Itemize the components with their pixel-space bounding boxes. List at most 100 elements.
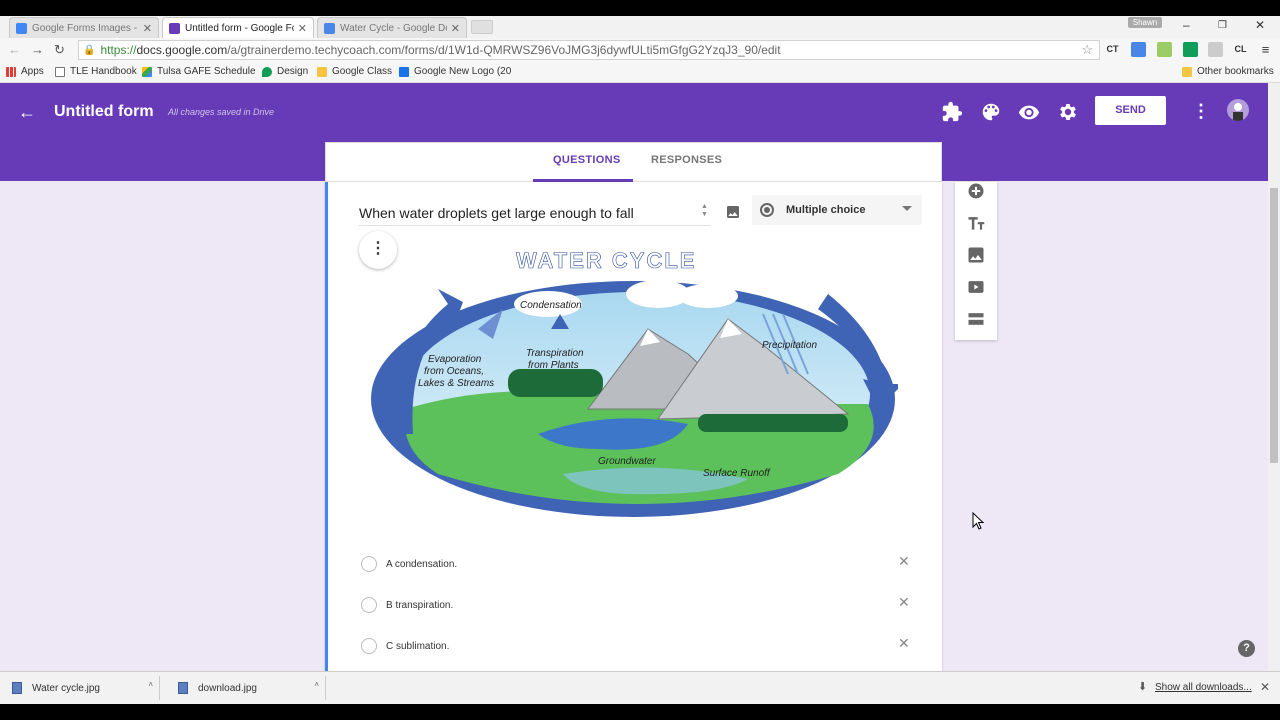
lock-icon: 🔒 bbox=[83, 44, 96, 56]
extension-classroom-icon[interactable] bbox=[1183, 42, 1198, 57]
new-tab-button[interactable] bbox=[471, 20, 493, 34]
download-menu-icon[interactable]: ˄ bbox=[148, 680, 153, 689]
tab-responses[interactable]: RESPONSES bbox=[651, 154, 722, 166]
extension-pen-icon[interactable] bbox=[1157, 42, 1172, 57]
radio-circle-icon[interactable] bbox=[361, 597, 377, 613]
remove-option-icon[interactable]: ✕ bbox=[898, 594, 910, 611]
browser-tab-bar: Google Forms Images - G ✕ Untitled form … bbox=[0, 16, 1280, 38]
save-status: All changes saved in Drive bbox=[168, 107, 275, 117]
show-all-downloads-link[interactable]: Show all downloads... bbox=[1155, 682, 1252, 693]
forest-right bbox=[698, 414, 848, 432]
radio-circle-icon[interactable] bbox=[361, 556, 377, 572]
close-downloads-icon[interactable]: ✕ bbox=[1260, 680, 1270, 694]
folder-icon bbox=[317, 66, 327, 77]
remove-option-icon[interactable]: ✕ bbox=[898, 635, 910, 652]
dropdown-arrow-icon bbox=[902, 206, 912, 211]
google-logo-icon bbox=[399, 66, 409, 77]
avatar-figure-icon bbox=[1233, 103, 1243, 121]
leaf-icon bbox=[262, 66, 272, 77]
video-icon[interactable] bbox=[966, 277, 986, 297]
page-scrollbar[interactable] bbox=[1268, 83, 1280, 671]
preview-eye-icon[interactable] bbox=[1018, 101, 1040, 123]
bookmark-apps[interactable]: Apps bbox=[6, 66, 44, 77]
downloads-bar: Water cycle.jpg ˄ download.jpg ˄ ⬇ Show … bbox=[0, 671, 1280, 704]
bookmarks-bar: Apps TLE Handbook Tulsa GAFE Schedule De… bbox=[0, 62, 1280, 83]
label-evaporation-2: from Oceans, bbox=[424, 366, 484, 377]
url-field[interactable]: 🔒 https://docs.google.com/a/gtrainerdemo… bbox=[78, 40, 1100, 60]
download-item[interactable]: Water cycle.jpg ˄ bbox=[2, 676, 160, 700]
label-groundwater: Groundwater bbox=[598, 456, 656, 467]
addons-puzzle-icon[interactable] bbox=[941, 101, 963, 123]
forward-icon[interactable]: → bbox=[31, 42, 44, 57]
water-cycle-image[interactable]: WATER CYCLE Condensation Evaporation fro… bbox=[368, 234, 898, 524]
cloud bbox=[678, 284, 738, 308]
add-image-icon[interactable] bbox=[725, 204, 741, 220]
other-bookmarks[interactable]: Other bookmarks bbox=[1182, 66, 1274, 77]
back-icon[interactable]: ← bbox=[8, 42, 21, 57]
close-tab-icon[interactable]: ✕ bbox=[298, 22, 307, 35]
bookmark-item[interactable]: Design bbox=[262, 66, 308, 77]
docs-favicon-icon bbox=[324, 22, 335, 34]
question-title-input[interactable]: When water droplets get large enough to … bbox=[359, 205, 711, 226]
chrome-menu-icon[interactable]: ≡ bbox=[1258, 42, 1273, 57]
image-icon[interactable] bbox=[966, 245, 986, 265]
label-precipitation: Precipitation bbox=[762, 340, 817, 351]
extension-check-icon[interactable] bbox=[1131, 42, 1146, 57]
download-menu-icon[interactable]: ˄ bbox=[314, 680, 319, 689]
more-options-icon[interactable]: ⋮ bbox=[1192, 101, 1210, 122]
download-arrow-icon: ⬇ bbox=[1138, 681, 1148, 693]
option-label[interactable]: C sublimation. bbox=[386, 641, 449, 652]
option-item[interactable]: C sublimation. bbox=[361, 636, 449, 656]
image-options-button[interactable]: ⋮ bbox=[359, 231, 397, 269]
back-arrow-icon[interactable]: ← bbox=[18, 102, 36, 123]
label-transpiration-2: from Plants bbox=[528, 360, 579, 371]
minimize-icon[interactable]: – bbox=[1183, 18, 1190, 32]
page-icon bbox=[55, 66, 65, 77]
bookmark-item[interactable]: Google Class bbox=[317, 66, 392, 77]
extension-people-icon[interactable] bbox=[1208, 42, 1223, 57]
form-tabs-card: QUESTIONS RESPONSES bbox=[325, 142, 942, 182]
bookmark-item[interactable]: Google New Logo (20 bbox=[399, 66, 511, 77]
download-item[interactable]: download.jpg ˄ bbox=[168, 676, 326, 700]
tab-questions[interactable]: QUESTIONS bbox=[553, 154, 621, 166]
settings-gear-icon[interactable] bbox=[1057, 101, 1079, 123]
restore-icon[interactable]: ❐ bbox=[1218, 20, 1227, 31]
close-window-icon[interactable]: ✕ bbox=[1255, 18, 1265, 32]
remove-option-icon[interactable]: ✕ bbox=[898, 553, 910, 570]
question-type-select[interactable]: Multiple choice bbox=[752, 195, 922, 225]
browser-tab[interactable]: Water Cycle - Google Doc ✕ bbox=[317, 17, 467, 38]
bookmark-star-icon[interactable]: ☆ bbox=[1081, 42, 1093, 58]
bookmark-item[interactable]: Tulsa GAFE Schedule bbox=[142, 66, 256, 77]
option-item[interactable]: A condensation. bbox=[361, 554, 457, 574]
option-label[interactable]: A condensation. bbox=[386, 559, 457, 570]
label-transpiration: Transpiration bbox=[526, 348, 584, 359]
option-label[interactable]: B transpiration. bbox=[386, 600, 453, 611]
image-file-icon bbox=[178, 682, 188, 694]
browser-tab[interactable]: Google Forms Images - G ✕ bbox=[9, 17, 159, 38]
scrollbar-thumb[interactable] bbox=[1270, 188, 1278, 463]
option-item[interactable]: B transpiration. bbox=[361, 595, 453, 615]
close-tab-icon[interactable]: ✕ bbox=[143, 22, 152, 35]
extension-cl-icon[interactable]: CL bbox=[1233, 42, 1248, 57]
bookmark-item[interactable]: TLE Handbook bbox=[55, 66, 137, 77]
browser-tab-active[interactable]: Untitled form - Google Fo ✕ bbox=[162, 17, 314, 38]
form-title[interactable]: Untitled form bbox=[54, 103, 154, 121]
avatar[interactable] bbox=[1227, 99, 1249, 121]
reload-icon[interactable]: ↻ bbox=[54, 42, 65, 58]
radio-circle-icon[interactable] bbox=[361, 638, 377, 654]
label-condensation: Condensation bbox=[520, 300, 582, 311]
add-question-icon[interactable] bbox=[966, 181, 986, 201]
drag-handle-icon[interactable]: ▲ ▼ bbox=[701, 203, 708, 219]
question-card[interactable]: When water droplets get large enough to … bbox=[325, 182, 942, 672]
help-icon[interactable]: ? bbox=[1238, 640, 1255, 657]
side-toolbar bbox=[955, 182, 997, 340]
folder-icon bbox=[1182, 66, 1192, 77]
close-tab-icon[interactable]: ✕ bbox=[451, 22, 460, 35]
browser-user-badge[interactable]: Shawn bbox=[1128, 17, 1162, 28]
send-button[interactable]: SEND bbox=[1095, 96, 1166, 125]
drive-icon bbox=[142, 66, 152, 77]
palette-icon[interactable] bbox=[980, 101, 1002, 123]
title-text-icon[interactable] bbox=[966, 213, 986, 233]
extension-ct-icon[interactable]: CT bbox=[1105, 42, 1120, 57]
section-icon[interactable] bbox=[966, 309, 986, 329]
